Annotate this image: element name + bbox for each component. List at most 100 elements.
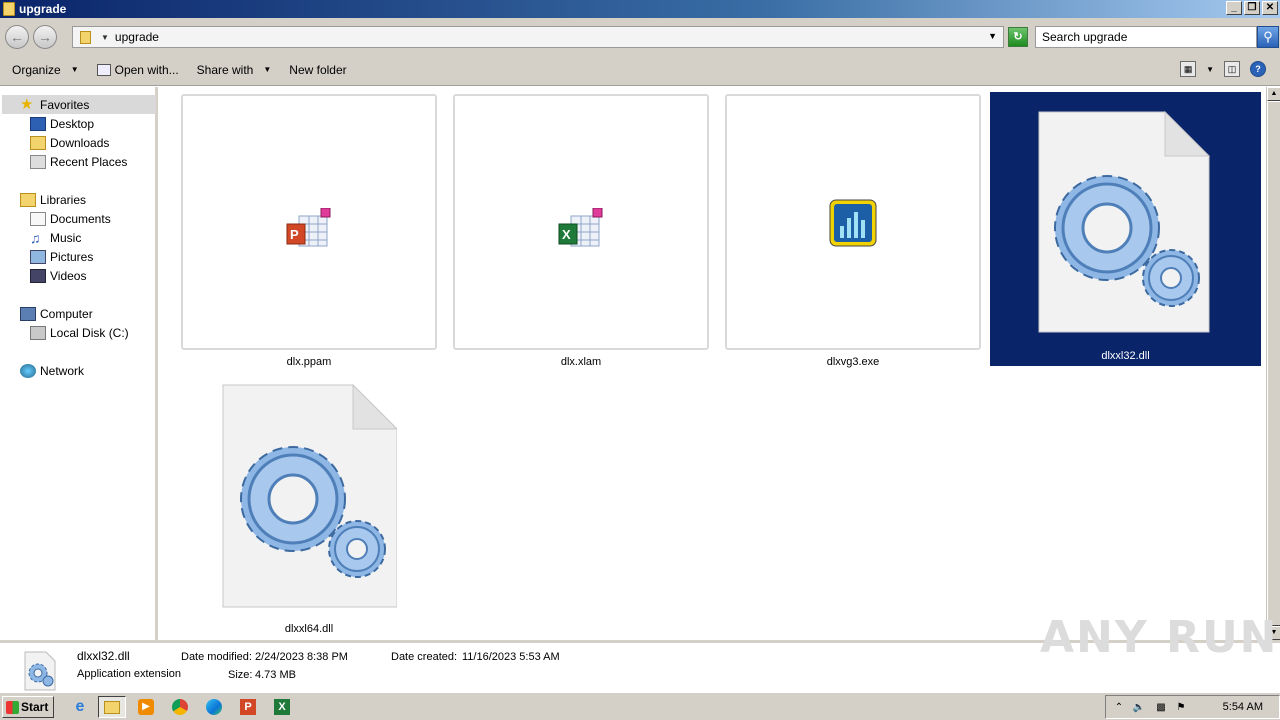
edge-icon[interactable] [200,696,228,718]
nav-downloads[interactable]: Downloads [30,133,109,152]
explorer-icon[interactable] [98,696,126,718]
search-icon[interactable]: ⚲ [1257,26,1279,48]
nav-music[interactable]: ♫ Music [30,228,81,247]
folder-icon [3,2,15,16]
powerpoint-icon[interactable]: P [234,696,262,718]
chart-app-icon [829,199,877,247]
details-size: 4.73 MB [255,669,296,681]
nav-label: Recent Places [50,154,128,169]
media-player-icon[interactable]: ▶ [132,696,160,718]
excel-icon[interactable]: X [268,696,296,718]
nav-label: Documents [50,211,111,226]
file-list: P dlx.ppam X dlx.xlam dlxvg3.exe dlxxl32… [161,87,1266,640]
vertical-scrollbar[interactable]: ▲ ▼ [1266,87,1280,640]
file-name: dlxxl64.dll [284,623,334,635]
file-item[interactable]: X dlx.xlam [453,94,709,368]
clock[interactable]: 5:54 AM [1223,701,1263,713]
preview-pane-icon[interactable]: ◫ [1224,61,1240,77]
share-with-button[interactable]: Share with ▼ [197,63,272,77]
minimize-button[interactable]: _ [1226,1,1242,15]
network-icon [20,363,36,378]
nav-pictures[interactable]: Pictures [30,247,93,266]
recent-places-icon [30,154,46,169]
window-title: upgrade [19,2,67,16]
nav-network[interactable]: Network [20,361,84,380]
new-folder-button[interactable]: New folder [289,63,346,77]
view-dropdown-icon[interactable]: ▼ [1206,65,1214,74]
nav-recent-places[interactable]: Recent Places [30,152,127,171]
breadcrumb-chevron-icon[interactable]: ▼ [101,33,109,42]
excel-addin-icon: X [558,208,603,247]
nav-label: Network [40,363,85,378]
details-file-name: dlxxl32.dll [77,649,130,663]
open-with-label: Open with... [114,62,179,77]
videos-icon [30,268,46,283]
desktop-icon [30,116,46,131]
back-button[interactable]: ← [5,25,29,49]
show-hidden-icons-icon[interactable]: ⌃ [1112,701,1126,715]
organize-button[interactable]: Organize ▼ [12,63,79,77]
file-item[interactable]: P dlx.ppam [181,94,437,368]
details-date-modified-label: Date modified: [181,651,252,663]
address-bar[interactable]: ▼ upgrade ▼ [72,26,1004,48]
network-tray-icon[interactable]: ▩ [1154,701,1168,715]
nav-documents[interactable]: Documents [30,209,111,228]
change-view-icon[interactable]: ▦ [1180,61,1197,77]
search-input[interactable]: Search upgrade [1035,26,1257,48]
chrome-icon[interactable] [166,696,194,718]
nav-computer[interactable]: Computer [20,304,93,323]
dll-gear-icon [222,383,397,608]
internet-explorer-icon[interactable]: e [66,696,94,718]
close-button[interactable]: ✕ [1262,1,1278,15]
watermark: ANY RUN [1040,612,1279,663]
details-file-type: Application extension [77,668,181,680]
details-date-modified: 2/24/2023 8:38 PM [255,651,348,663]
open-with-button[interactable]: Open with... [96,62,179,77]
documents-icon [30,211,46,226]
volume-icon[interactable]: 🔈 [1132,701,1146,715]
dll-gear-icon [24,651,56,691]
nav-label: Libraries [40,192,87,207]
file-item[interactable]: dlxxl64.dll [219,383,399,639]
navigation-pane: ★ Favorites Desktop Downloads Recent Pla… [0,87,158,640]
details-date-created: 11/16/2023 5:53 AM [462,651,560,663]
pictures-icon [30,249,46,264]
details-date-created-label: Date created: [391,651,458,663]
downloads-folder-icon [30,135,46,150]
address-dropdown-icon[interactable]: ▼ [988,31,997,41]
start-button[interactable]: Start [2,696,54,718]
nav-local-disk[interactable]: Local Disk (C:) [30,323,129,342]
libraries-icon [20,192,36,207]
file-item[interactable]: dlxvg3.exe [725,94,981,368]
nav-label: Music [50,230,82,245]
chevron-down-icon: ▼ [70,65,79,74]
disk-icon [30,325,46,340]
details-size-label: Size: [228,669,253,681]
help-icon[interactable]: ? [1250,61,1266,77]
nav-label: Local Disk (C:) [50,325,129,340]
file-item-selected[interactable]: dlxxl32.dll [990,92,1261,366]
nav-label: Computer [40,306,93,321]
scrollbar-thumb[interactable] [1267,101,1280,626]
dll-gear-icon [1038,110,1211,333]
nav-videos[interactable]: Videos [30,266,86,285]
nav-label: Favorites [40,97,90,112]
nav-label: Pictures [50,249,94,264]
file-name: dlx.xlam [560,356,602,368]
forward-button[interactable]: → [33,25,57,49]
nav-label: Downloads [50,135,110,150]
scroll-up-icon[interactable]: ▲ [1267,87,1280,101]
nav-favorites[interactable]: ★ Favorites [2,95,156,114]
organize-label: Organize [12,62,61,77]
restore-button[interactable]: ❐ [1244,1,1260,15]
folder-icon [80,30,91,44]
start-label: Start [21,700,49,714]
breadcrumb-path[interactable]: upgrade [115,30,159,44]
svg-text:P: P [290,227,299,242]
window-icon [96,63,111,76]
nav-libraries[interactable]: Libraries [20,190,86,209]
nav-desktop[interactable]: Desktop [30,114,94,133]
refresh-icon[interactable]: ↻ [1008,27,1028,47]
window-title-bar[interactable]: upgrade _ ❐ ✕ [0,0,1280,18]
action-center-flag-icon[interactable]: ⚑ [1174,701,1188,715]
